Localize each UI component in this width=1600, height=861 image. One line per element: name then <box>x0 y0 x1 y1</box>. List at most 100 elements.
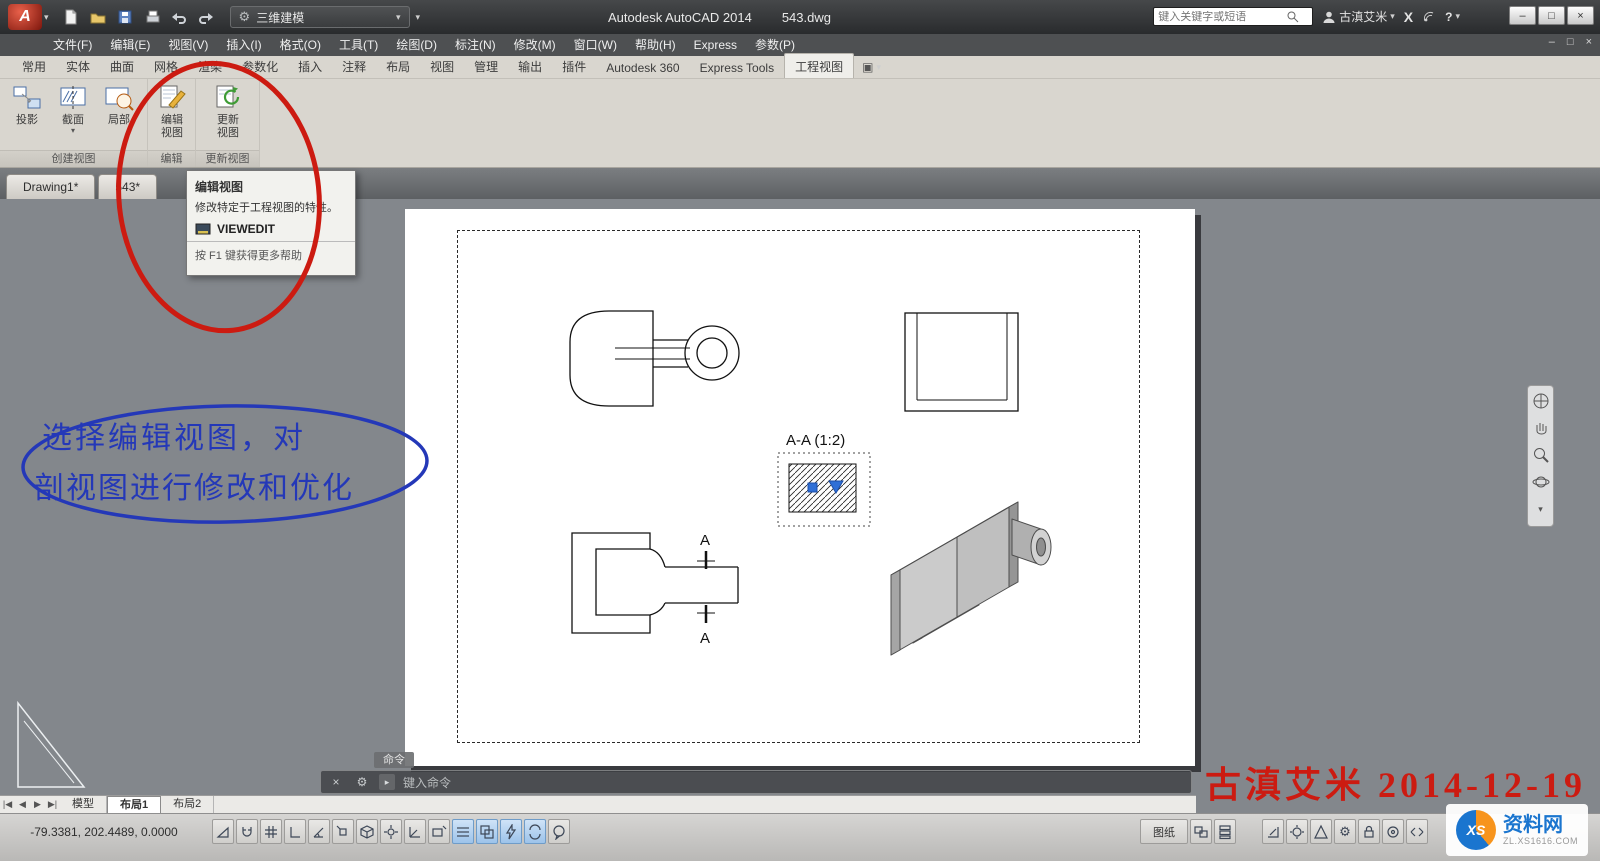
paper-sheet[interactable]: A-A (1:2) A A <box>405 209 1195 766</box>
navigation-wheel-button[interactable] <box>1531 391 1551 411</box>
doc-minimize-icon[interactable]: – <box>1549 36 1555 48</box>
orbit-button[interactable] <box>1531 472 1551 492</box>
redo-button[interactable] <box>194 5 218 29</box>
infer-constraints-button[interactable] <box>212 819 234 844</box>
menu-item-format[interactable]: 格式(O) <box>271 34 330 56</box>
tab-autodesk360[interactable]: Autodesk 360 <box>596 57 689 78</box>
close-button[interactable]: × <box>1567 6 1594 25</box>
isolate-objects-button[interactable] <box>1382 819 1404 844</box>
zoom-button[interactable] <box>1531 445 1551 465</box>
drawing-canvas[interactable]: A-A (1:2) A A <box>0 199 1600 813</box>
application-menu-button[interactable]: A <box>8 4 42 30</box>
tab-express-tools[interactable]: Express Tools <box>690 57 784 78</box>
quick-view-drawings-button[interactable] <box>1214 819 1236 844</box>
layout-tab-model[interactable]: 模型 <box>60 796 107 814</box>
annotation-autoscale-button[interactable] <box>1310 819 1332 844</box>
workspace-switch-button[interactable]: ⚙ <box>1334 819 1356 844</box>
save-button[interactable] <box>113 5 137 29</box>
annotation-scale-button[interactable] <box>1262 819 1284 844</box>
menu-item-insert[interactable]: 插入(I) <box>217 34 270 56</box>
tab-render[interactable]: 渲染 <box>188 54 232 78</box>
qat-customize-caret-icon[interactable]: ▾ <box>416 12 421 23</box>
polar-tracking-button[interactable] <box>308 819 330 844</box>
navbar-more-button[interactable]: ▾ <box>1531 499 1551 519</box>
tab-output[interactable]: 输出 <box>508 54 552 78</box>
toolbar-lock-button[interactable] <box>1358 819 1380 844</box>
minimize-button[interactable]: – <box>1509 6 1536 25</box>
layout-tab-layout2[interactable]: 布局2 <box>161 796 214 814</box>
layout-tab-layout1[interactable]: 布局1 <box>107 796 161 814</box>
ortho-mode-button[interactable] <box>284 819 306 844</box>
layout-first-icon[interactable]: |◀ <box>0 799 15 810</box>
tab-drawing-views[interactable]: 工程视图 <box>784 53 854 78</box>
tab-parametric[interactable]: 参数化 <box>232 54 288 78</box>
snap-mode-button[interactable] <box>236 819 258 844</box>
workspace-dropdown[interactable]: ⚙ 三维建模 ▾ <box>230 6 410 28</box>
paper-space-button[interactable]: 图纸 <box>1140 819 1188 844</box>
update-view-button[interactable]: 更新 视图 <box>206 83 250 140</box>
quick-properties-button[interactable] <box>500 819 522 844</box>
layout-prev-icon[interactable]: ◀ <box>15 799 30 810</box>
command-line-bar[interactable]: × ⚙ ▸ 键入命令 <box>320 770 1192 794</box>
3d-object-snap-button[interactable] <box>356 819 378 844</box>
layout-next-icon[interactable]: ▶ <box>30 799 45 810</box>
tab-surface[interactable]: 曲面 <box>100 54 144 78</box>
dynamic-input-button[interactable] <box>428 819 450 844</box>
clean-screen-button[interactable] <box>1406 819 1428 844</box>
menu-item-edit[interactable]: 编辑(E) <box>101 34 159 56</box>
grip-square[interactable] <box>808 483 817 492</box>
doc-tab-543[interactable]: 543* <box>98 174 157 199</box>
infocenter-search[interactable] <box>1153 7 1313 26</box>
tab-solid[interactable]: 实体 <box>56 54 100 78</box>
command-input[interactable]: 键入命令 <box>403 774 451 791</box>
menu-item-draw[interactable]: 绘图(D) <box>387 34 446 56</box>
tab-home[interactable]: 常用 <box>12 54 56 78</box>
sign-in-button[interactable]: 古滇艾米 ▾ <box>1322 8 1395 25</box>
quick-view-layouts-button[interactable] <box>1190 819 1212 844</box>
menu-item-modify[interactable]: 修改(M) <box>505 34 565 56</box>
object-snap-button[interactable] <box>332 819 354 844</box>
search-input[interactable] <box>1158 11 1286 23</box>
menu-item-dimension[interactable]: 标注(N) <box>446 34 505 56</box>
pan-button[interactable] <box>1531 418 1551 438</box>
doc-restore-icon[interactable]: □ <box>1567 36 1574 48</box>
exchange-apps-button[interactable]: X <box>1404 9 1413 25</box>
edit-view-button[interactable]: 编辑 视图 <box>150 83 194 140</box>
command-customize-icon[interactable]: ⚙ <box>353 775 371 789</box>
tab-plugins[interactable]: 插件 <box>552 54 596 78</box>
tab-view[interactable]: 视图 <box>420 54 464 78</box>
transparency-button[interactable] <box>476 819 498 844</box>
object-snap-tracking-button[interactable] <box>380 819 402 844</box>
menu-item-file[interactable]: 文件(F) <box>44 34 101 56</box>
dynamic-ucs-button[interactable] <box>404 819 426 844</box>
annotation-visibility-button[interactable] <box>1286 819 1308 844</box>
tab-insert[interactable]: 插入 <box>288 54 332 78</box>
communication-center-button[interactable] <box>1422 10 1436 24</box>
maximize-button[interactable]: □ <box>1538 6 1565 25</box>
tab-annotate[interactable]: 注释 <box>332 54 376 78</box>
doc-tab-drawing1[interactable]: Drawing1* <box>6 174 95 199</box>
menu-item-window[interactable]: 窗口(W) <box>565 34 626 56</box>
section-view-button[interactable]: 截面 ▾ <box>51 83 95 135</box>
open-drawing-button[interactable] <box>86 5 110 29</box>
lineweight-button[interactable] <box>452 819 474 844</box>
selection-cycling-button[interactable] <box>524 819 546 844</box>
tab-layout[interactable]: 布局 <box>376 54 420 78</box>
menu-item-tools[interactable]: 工具(T) <box>330 34 387 56</box>
projection-view-button[interactable]: 投影 <box>5 83 49 127</box>
menu-item-view[interactable]: 视图(V) <box>159 34 217 56</box>
tab-mesh[interactable]: 网格 <box>144 54 188 78</box>
new-drawing-button[interactable] <box>59 5 83 29</box>
grid-display-button[interactable] <box>260 819 282 844</box>
layout-last-icon[interactable]: ▶| <box>45 799 60 810</box>
tab-manage[interactable]: 管理 <box>464 54 508 78</box>
doc-close-icon[interactable]: × <box>1586 36 1592 48</box>
ribbon-display-toggle[interactable]: ▣▾ <box>862 60 881 78</box>
detail-view-button[interactable]: 局部 <box>97 83 141 127</box>
command-close-icon[interactable]: × <box>327 775 345 789</box>
undo-button[interactable] <box>167 5 191 29</box>
annotation-monitor-button[interactable] <box>548 819 570 844</box>
menu-item-help[interactable]: 帮助(H) <box>626 34 685 56</box>
plot-button[interactable] <box>140 5 164 29</box>
help-button[interactable]: ? ▾ <box>1445 10 1460 24</box>
